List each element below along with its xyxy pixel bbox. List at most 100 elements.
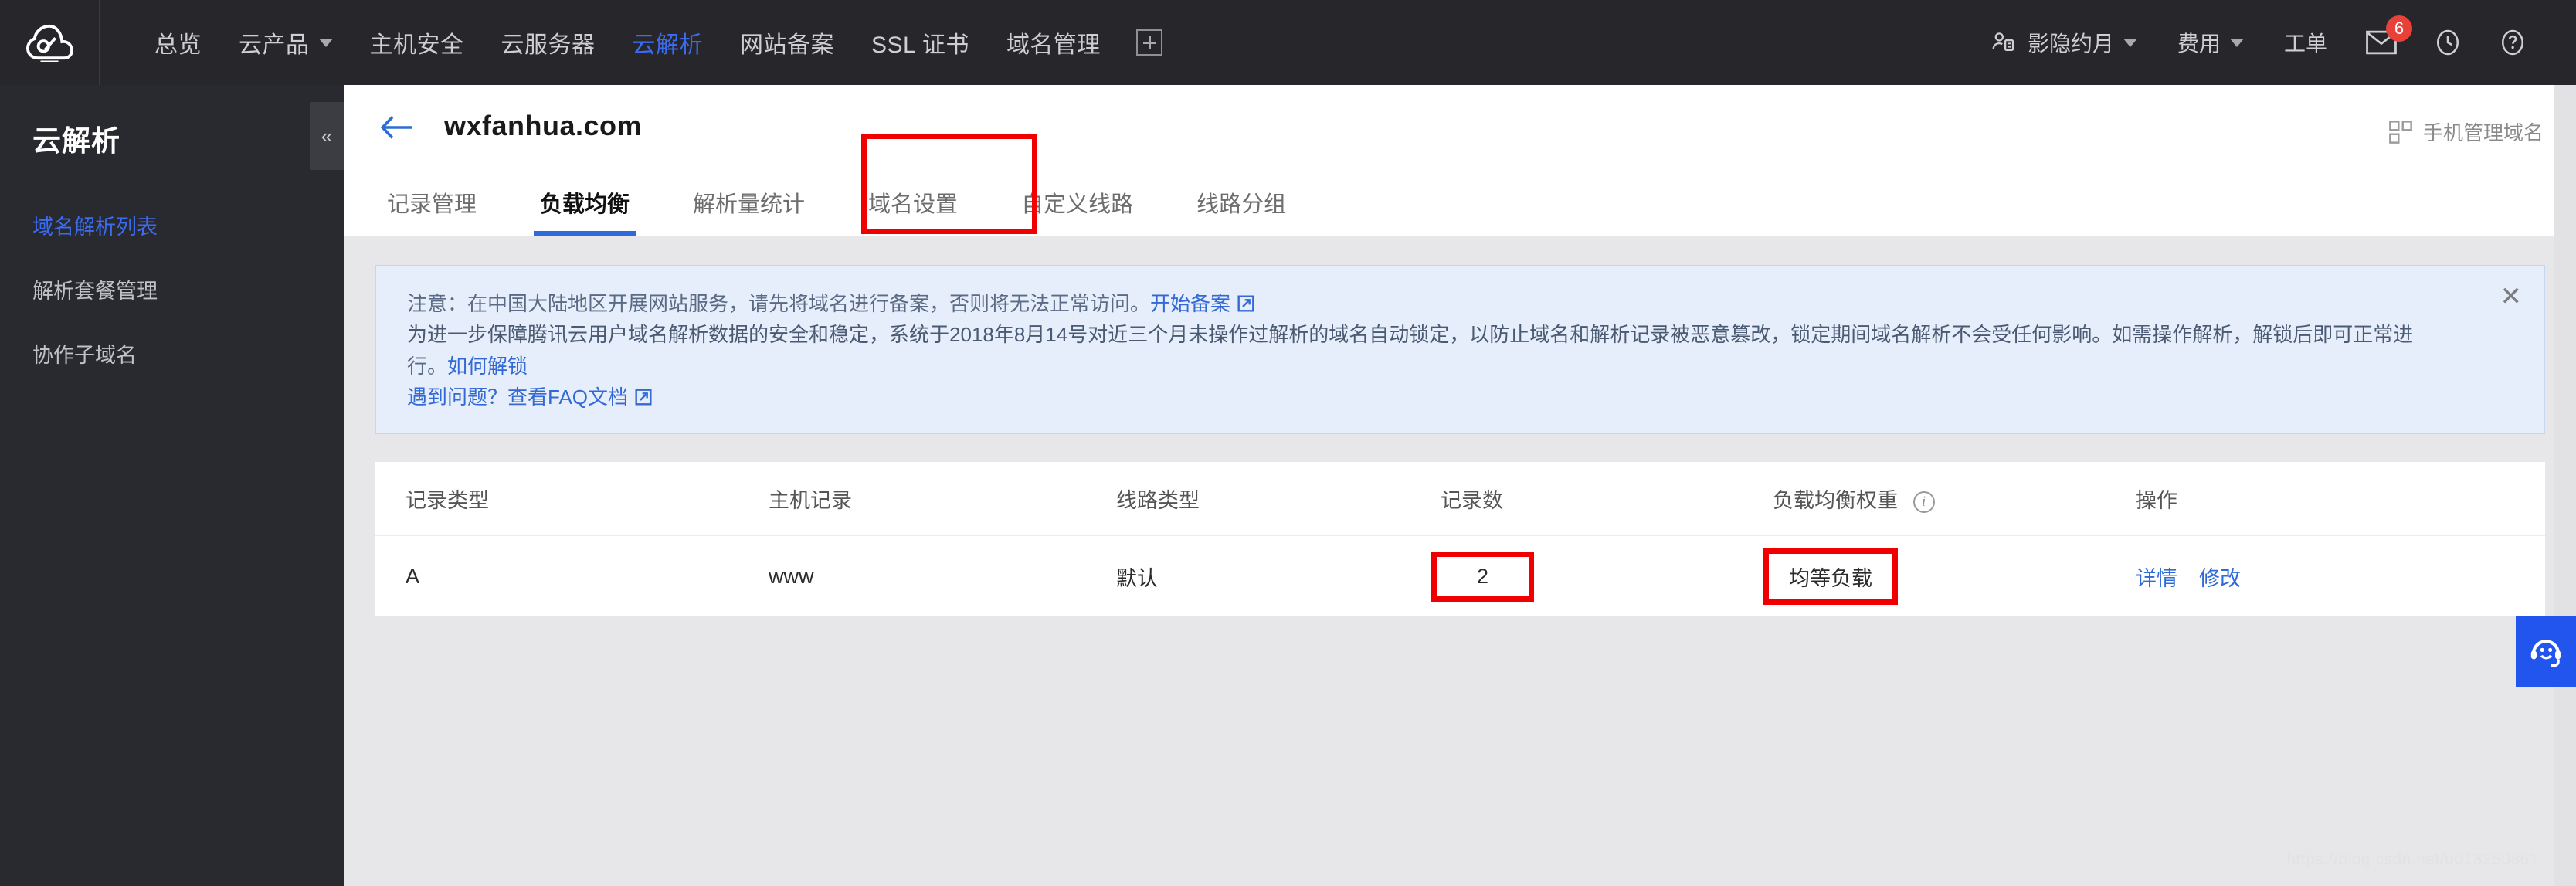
vertical-scrollbar[interactable] (2554, 85, 2576, 886)
page-root: 总览 云产品 主机安全 云服务器 云解析 网站备案 SSL 证书 域名管理 影隐… (0, 0, 2576, 886)
info-icon[interactable]: i (1912, 491, 1935, 513)
weight-value: 均等负载 (1789, 566, 1872, 590)
sidebar-item-package-manage[interactable]: 解析套餐管理 (0, 257, 344, 321)
mobile-manage-label: 手机管理域名 (2422, 121, 2544, 144)
sidebar-item-domain-list[interactable]: 域名解析列表 (0, 193, 344, 257)
topnav-item-ssl[interactable]: SSL 证书 (853, 0, 988, 85)
cloud-logo-icon (26, 24, 73, 62)
tab-label: 线路分组 (1196, 192, 1287, 217)
tab-domain-settings[interactable]: 域名设置 (862, 186, 964, 236)
how-to-unlock-link[interactable]: 如何解锁 (447, 355, 528, 378)
tab-bar: 记录管理 负载均衡 解析量统计 域名设置 自定义线路 线路分组 (344, 134, 2576, 237)
tencent-cloud-logo[interactable] (0, 0, 100, 85)
tab-label: 解析量统计 (693, 192, 806, 217)
tab-label: 负载均衡 (540, 192, 630, 217)
external-link-icon (1237, 295, 1254, 312)
cell-weight: 均等负载 (1763, 548, 2136, 605)
cell-record-type: A (406, 564, 420, 588)
ticket-link[interactable]: 工单 (2264, 0, 2347, 85)
column-header-actions: 操作 (2136, 488, 2177, 512)
headset-smiley-icon (2530, 640, 2561, 667)
notice-banner: 注意：在中国大陆地区开展网站服务，请先将域名进行备案，否则将无法正常访问。开始备… (375, 265, 2545, 435)
tab-record-manage[interactable]: 记录管理 (381, 186, 483, 236)
record-count-value: 2 (1477, 564, 1489, 588)
user-icon (1992, 32, 2014, 52)
notice-line-1: 注意：在中国大陆地区开展网站服务，请先将域名进行备案，否则将无法正常访问。开始备… (407, 288, 2474, 319)
topnav-label: 总览 (154, 32, 202, 58)
topnav-item-overview[interactable]: 总览 (136, 0, 220, 85)
ticket-label: 工单 (2283, 32, 2327, 56)
history-button[interactable] (2415, 0, 2480, 85)
load-balance-table: 记录类型 主机记录 线路类型 记录数 负载均衡权重 i 操作 A www 默认 … (375, 462, 2545, 617)
user-name: 影隐约月 (2027, 32, 2114, 56)
clock-icon (2436, 29, 2459, 56)
sidebar-menu: 域名解析列表 解析套餐管理 协作子域名 (0, 193, 344, 385)
main-content: wxfanhua.com 手机管理域名 记录管理 负载均衡 解析量统计 域名设置… (344, 85, 2576, 886)
user-menu[interactable]: 影隐约月 (1970, 0, 2157, 85)
global-topbar: 总览 云产品 主机安全 云服务器 云解析 网站备案 SSL 证书 域名管理 影隐… (0, 0, 2576, 85)
tab-line-group[interactable]: 线路分组 (1190, 186, 1292, 236)
topnav-label: 云产品 (239, 32, 310, 58)
mobile-manage-domain-button[interactable]: 手机管理域名 (2389, 117, 2544, 146)
faq-doc-link[interactable]: 查看FAQ文档 (507, 385, 628, 409)
close-icon[interactable]: ✕ (2500, 283, 2523, 310)
watermark-text: https://blog.csdn.net/u013250861 (2286, 850, 2539, 868)
tab-label: 域名设置 (868, 192, 959, 217)
topnav-item-cvm[interactable]: 云服务器 (483, 0, 614, 85)
chevron-down-icon (2123, 38, 2137, 47)
support-chat-button[interactable] (2516, 616, 2576, 687)
cell-actions: 详情 修改 (2136, 562, 2445, 592)
topbar-right: 影隐约月 费用 工单 6 (1970, 0, 2576, 85)
topnav-label: 域名管理 (1006, 32, 1101, 58)
cell-line-type: 默认 (1116, 566, 1158, 590)
help-button[interactable] (2480, 0, 2545, 85)
tab-resolve-stats[interactable]: 解析量统计 (687, 186, 811, 236)
topnav-item-domain-manage[interactable]: 域名管理 (988, 0, 1119, 85)
topnav-label: 云服务器 (501, 32, 596, 58)
sidebar-item-label: 域名解析列表 (32, 216, 158, 239)
cell-record-count: 2 (1431, 551, 1773, 602)
sidebar-item-label: 解析套餐管理 (32, 280, 158, 303)
content-body: 注意：在中国大陆地区开展网站服务，请先将域名进行备案，否则将无法正常访问。开始备… (344, 237, 2576, 886)
edit-link[interactable]: 修改 (2199, 567, 2241, 590)
notice-line-1-text: 注意：在中国大陆地区开展网站服务，请先将域名进行备案，否则将无法正常访问。 (407, 292, 1151, 315)
sidebar-item-collab-subdomain[interactable]: 协作子域名 (0, 321, 344, 385)
topnav-item-cloud-products[interactable]: 云产品 (220, 0, 351, 85)
sidebar-collapse-button[interactable]: « (310, 102, 344, 170)
chevron-down-icon (318, 38, 333, 47)
column-header-host-record: 主机记录 (769, 488, 852, 512)
notice-line-3-text: 行。 (407, 354, 448, 378)
column-header-weight: 负载均衡权重 i (1773, 484, 2136, 514)
topnav-item-icp-filing[interactable]: 网站备案 (721, 0, 853, 85)
topnav-item-dns[interactable]: 云解析 (614, 0, 722, 85)
page-header: wxfanhua.com 手机管理域名 (344, 85, 2576, 174)
sidebar-title: 云解析 (32, 125, 120, 157)
tab-custom-line[interactable]: 自定义线路 (1015, 186, 1139, 236)
topnav-label: 网站备案 (740, 32, 834, 58)
topnav: 总览 云产品 主机安全 云服务器 云解析 网站备案 SSL 证书 域名管理 (100, 0, 1162, 85)
notice-line-3: 行。如何解锁 (407, 351, 2474, 382)
topnav-label: 主机安全 (369, 32, 464, 58)
chevron-left-double-icon: « (321, 124, 333, 148)
weight-highlight-annotation: 均等负载 (1763, 548, 1898, 605)
messages-button[interactable]: 6 (2347, 0, 2415, 85)
detail-link[interactable]: 详情 (2136, 567, 2177, 590)
topnav-item-host-security[interactable]: 主机安全 (351, 0, 483, 85)
add-shortcut-icon[interactable] (1135, 29, 1162, 56)
topnav-label: 云解析 (632, 32, 703, 58)
external-link-icon (635, 389, 652, 406)
billing-menu[interactable]: 费用 (2157, 0, 2264, 85)
tab-load-balance[interactable]: 负载均衡 (534, 186, 636, 236)
topnav-label: SSL 证书 (871, 32, 969, 58)
column-header-record-count: 记录数 (1441, 488, 1503, 512)
column-header-line-type: 线路类型 (1116, 488, 1200, 512)
notice-line-4-text: 遇到问题？ (407, 385, 508, 409)
table-header-row: 记录类型 主机记录 线路类型 记录数 负载均衡权重 i 操作 (375, 462, 2545, 537)
record-count-highlight-annotation: 2 (1431, 551, 1535, 602)
sidebar-item-label: 协作子域名 (32, 344, 137, 367)
question-circle-icon (2501, 29, 2524, 56)
messages-badge: 6 (2386, 15, 2412, 42)
qr-code-icon (2389, 120, 2412, 144)
back-arrow-icon[interactable] (381, 114, 413, 141)
start-filing-link[interactable]: 开始备案 (1150, 292, 1230, 315)
